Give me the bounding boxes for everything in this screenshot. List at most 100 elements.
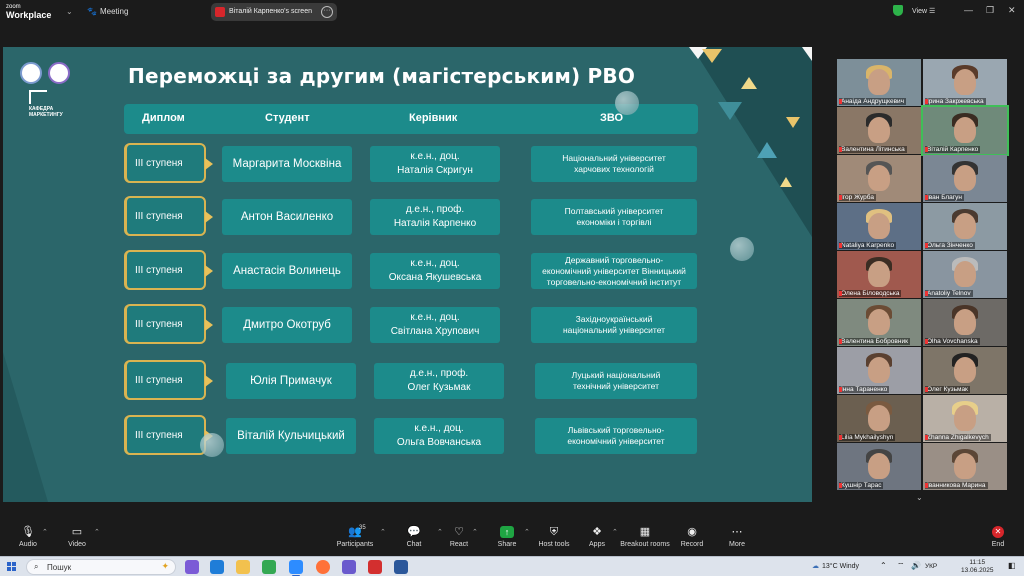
meeting-toolbar: 🎙 Audio ⌃ ▭ Video ⌃ 👥 35 Participants ⌃ 💬 Cha… bbox=[0, 522, 1024, 556]
volume-icon[interactable]: 🔊 bbox=[911, 561, 921, 570]
view-button[interactable]: View ☰ bbox=[912, 7, 935, 15]
participant-tile[interactable]: Olha Vovchanska bbox=[923, 299, 1007, 346]
diploma-badge: ІІІ ступеня bbox=[124, 304, 213, 344]
more-button[interactable]: ⋯ More bbox=[712, 526, 762, 548]
record-button[interactable]: ◉ Record bbox=[667, 526, 717, 548]
decor-triangle bbox=[702, 49, 722, 63]
participant-tile[interactable]: Zhanna Zhigalkevych bbox=[923, 395, 1007, 442]
pdf-reader-icon[interactable] bbox=[368, 560, 382, 574]
chevron-down-icon[interactable]: ⌄ bbox=[916, 493, 923, 502]
mic-muted-icon bbox=[925, 243, 928, 248]
diploma-badge: ІІІ ступеня bbox=[124, 360, 213, 400]
participant-tile[interactable]: Валентина Літинська bbox=[837, 107, 921, 154]
minimize-icon[interactable]: — bbox=[964, 5, 973, 15]
chat-button[interactable]: 💬 Chat bbox=[389, 526, 439, 548]
chevron-up-icon[interactable]: ⌃ bbox=[42, 528, 48, 536]
taskbar-search[interactable]: ⌕ Пошук ✦ bbox=[26, 559, 176, 575]
chevron-up-icon[interactable]: ⌃ bbox=[94, 528, 100, 536]
winner-row: ІІІ ступеня Анастасія Волинець к.е.н., доц… bbox=[3, 250, 812, 290]
participant-tile[interactable]: Nataliya Karpenko bbox=[837, 203, 921, 250]
more-icon[interactable]: ··· bbox=[321, 6, 333, 18]
end-button[interactable]: ✕ End bbox=[973, 526, 1023, 548]
windows-start-icon[interactable] bbox=[7, 562, 17, 572]
student-name: Маргарита Москвіна bbox=[222, 146, 352, 182]
university-line: національний університет bbox=[562, 325, 666, 335]
firefox-icon[interactable] bbox=[316, 560, 330, 574]
chevron-up-icon[interactable]: ⌃ bbox=[612, 528, 618, 536]
participant-video bbox=[954, 117, 976, 143]
arrow-icon bbox=[205, 211, 213, 223]
security-shield-icon[interactable] bbox=[893, 5, 903, 16]
arrow-icon bbox=[205, 375, 213, 387]
participant-name: Lilia Mykhailyshyn bbox=[839, 434, 896, 441]
mic-muted-icon bbox=[925, 195, 928, 200]
participant-name: Ігор Журба bbox=[839, 194, 876, 201]
participant-video bbox=[868, 69, 890, 95]
participant-gallery: Анаіда Андрущкевич Ірина Закржевська Вален… bbox=[833, 55, 1009, 495]
participant-tile[interactable]: Інна Тараненко bbox=[837, 347, 921, 394]
participant-tile[interactable]: Олег Кузьмак bbox=[923, 347, 1007, 394]
chrome-icon[interactable] bbox=[262, 560, 276, 574]
participant-video bbox=[868, 213, 890, 239]
participant-tile[interactable]: Lilia Mykhailyshyn bbox=[837, 395, 921, 442]
participant-name: Олена Біловодська bbox=[839, 290, 902, 297]
participant-tile[interactable]: Віталій Карпенко bbox=[921, 105, 1009, 156]
weather-widget[interactable]: ☁ 13°C Windy bbox=[812, 562, 859, 570]
header-student: Студент bbox=[265, 112, 310, 124]
participant-video bbox=[954, 357, 976, 383]
participant-tile[interactable]: Іван Благун bbox=[923, 155, 1007, 202]
share-arrow-icon: ↑ bbox=[500, 526, 514, 538]
participant-video bbox=[868, 453, 890, 479]
chevron-up-icon[interactable]: ⌃ bbox=[380, 528, 386, 536]
student-name: Юлія Примачук bbox=[226, 363, 356, 399]
supervisor-line: Наталія Карпенко bbox=[393, 218, 477, 229]
participant-tile[interactable]: Ольга Зінченко bbox=[923, 203, 1007, 250]
paw-icon: 🐾 bbox=[87, 7, 97, 16]
restore-icon[interactable]: ❐ bbox=[986, 5, 994, 16]
participant-tile[interactable]: Анаіда Андрущкевич bbox=[837, 59, 921, 106]
chevron-up-icon[interactable]: ⌃ bbox=[472, 528, 478, 536]
close-icon[interactable]: ✕ bbox=[1008, 5, 1016, 16]
supervisor-cell: д.е.н., проф. Олег Кузьмак bbox=[374, 363, 504, 399]
breakout-rooms-button[interactable]: ▦ Breakout rooms bbox=[620, 526, 670, 548]
network-icon[interactable]: ⌔ bbox=[897, 561, 905, 571]
chevron-down-icon[interactable]: ⌄ bbox=[66, 7, 73, 16]
screen-share-indicator[interactable]: Віталій Карпенко's screen ··· bbox=[211, 3, 337, 21]
supervisor-line: к.е.н., доц. bbox=[410, 151, 460, 162]
supervisor-cell: д.е.н., проф. Наталія Карпенко bbox=[370, 199, 500, 235]
participants-button[interactable]: 👥 35 Participants bbox=[330, 525, 380, 548]
supervisor-cell: к.е.н., доц. Ольга Вовчанська bbox=[374, 418, 504, 454]
viber-icon[interactable] bbox=[342, 560, 356, 574]
participant-video bbox=[954, 69, 976, 95]
university-line: Львівський торговельно- bbox=[567, 425, 665, 435]
copilot-icon[interactable] bbox=[185, 560, 199, 574]
supervisor-line: д.е.н., проф. bbox=[405, 204, 465, 215]
participant-tile[interactable]: Валентина Бобровник bbox=[837, 299, 921, 346]
university-line: технічний університет bbox=[573, 381, 659, 391]
participant-tile[interactable]: Іванникова Марина bbox=[923, 443, 1007, 490]
participant-tile[interactable]: Олена Біловодська bbox=[837, 251, 921, 298]
word-icon[interactable] bbox=[394, 560, 408, 574]
zoom-logo[interactable]: zoom Workplace bbox=[6, 3, 51, 20]
notification-icon[interactable]: ◧ bbox=[1008, 561, 1016, 570]
file-explorer-icon[interactable] bbox=[236, 560, 250, 574]
supervisor-line: Ольга Вовчанська bbox=[396, 437, 482, 448]
participant-video bbox=[868, 165, 890, 191]
mic-muted-icon bbox=[925, 483, 928, 488]
edge-icon[interactable] bbox=[210, 560, 224, 574]
chevron-up-icon[interactable]: ⌃ bbox=[880, 561, 887, 570]
university-line: Західноукраїнський bbox=[575, 314, 653, 324]
language-indicator[interactable]: УКР bbox=[925, 563, 937, 570]
participant-tile[interactable]: Anatoliy Telnov bbox=[923, 251, 1007, 298]
clock[interactable]: 11:15 13.06.2025 bbox=[961, 559, 994, 575]
university-line: торговельно-економічний інститут bbox=[546, 276, 682, 287]
zoom-icon[interactable] bbox=[289, 560, 303, 576]
participant-tile[interactable]: Ірина Закржевська bbox=[923, 59, 1007, 106]
winner-row: ІІІ ступеня Антон Василенко д.е.н., проф. Н… bbox=[3, 196, 812, 236]
department-logo: КАФЕДРА МАРКЕТИНГУ bbox=[29, 90, 71, 118]
participant-tile[interactable]: Кушнір Тарас bbox=[837, 443, 921, 490]
participant-name: Валентина Літинська bbox=[839, 146, 907, 153]
participant-tile[interactable]: Ігор Журба bbox=[837, 155, 921, 202]
supervisor-line: Оксана Якушевська bbox=[388, 272, 482, 283]
arrow-icon bbox=[205, 319, 213, 331]
